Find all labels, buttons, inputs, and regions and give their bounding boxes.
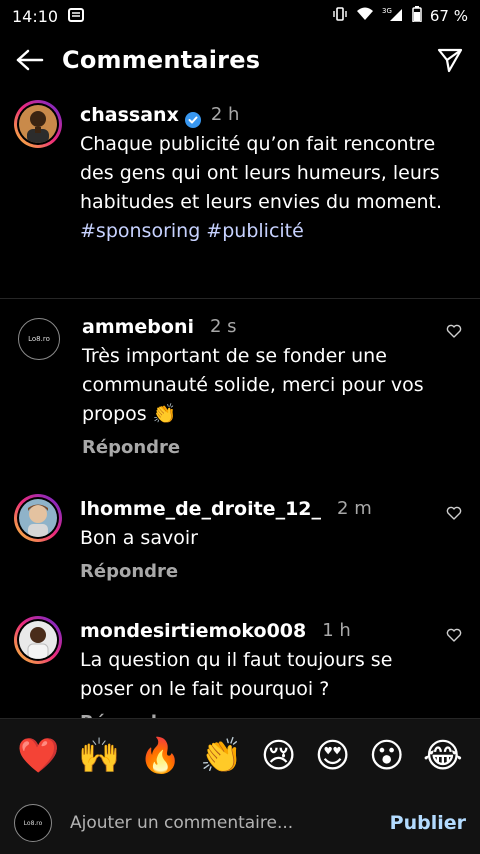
reply-button[interactable]: Répondre [82, 437, 442, 458]
avatar[interactable] [14, 616, 62, 664]
comment-item: Lo8.ro ammeboni 2 s Très important de se… [0, 312, 480, 458]
comment-time: 1 h [322, 620, 351, 641]
profile-photo [19, 499, 57, 537]
caption-time: 2 h [210, 104, 240, 125]
header: Commentaires [0, 32, 480, 88]
avatar[interactable] [14, 100, 62, 148]
status-bar: 14:10 3G 67 % [0, 0, 480, 32]
comment-username[interactable]: mondesirtiemoko008 [80, 616, 306, 646]
emoji-laughing[interactable]: 😂 [423, 736, 463, 776]
emoji-fire[interactable]: 🔥 [139, 736, 181, 776]
avatar[interactable]: Lo8.ro [18, 318, 60, 360]
emoji-surprised[interactable]: 😮 [369, 736, 404, 776]
back-arrow-icon[interactable] [14, 44, 46, 76]
emoji-heart[interactable]: ❤️ [17, 736, 59, 776]
avatar[interactable] [14, 494, 62, 542]
comment-composer: Lo8.ro Ajouter un commentaire... Publier [0, 792, 480, 854]
comment-input[interactable]: Ajouter un commentaire... [70, 813, 390, 833]
comment-text: La question qu il faut toujours se poser… [80, 649, 393, 700]
heart-icon[interactable] [442, 616, 466, 726]
battery-icon [412, 6, 422, 26]
emoji-raised-hands[interactable]: 🙌 [78, 736, 120, 776]
comment-username[interactable]: lhomme_de_droite_12_ [80, 494, 321, 524]
caption-text: Chaque publicité qu’on fait rencontre de… [80, 133, 443, 213]
profile-photo [19, 105, 57, 143]
notification-icon [68, 7, 85, 26]
caption-username[interactable]: chassanx [80, 100, 179, 130]
reply-button[interactable]: Répondre [80, 561, 442, 582]
comment-item: lhomme_de_droite_12_ 2 m Bon a savoir Ré… [0, 494, 480, 582]
comment-username[interactable]: ammeboni [82, 312, 194, 342]
publish-button[interactable]: Publier [390, 812, 466, 834]
vibrate-icon [332, 6, 348, 26]
comment-time: 2 m [337, 498, 372, 519]
avatar[interactable]: Lo8.ro [14, 804, 52, 842]
emoji-clap[interactable]: 👏 [200, 736, 242, 776]
comment-time: 2 s [210, 316, 237, 337]
heart-icon[interactable] [442, 494, 466, 582]
comment-text: Très important de se fonder une communau… [82, 345, 424, 425]
comment-item: mondesirtiemoko008 1 h La question qu il… [0, 616, 480, 726]
signal-icon: 3G [382, 6, 404, 26]
verified-badge-icon [184, 107, 201, 128]
comment-text: Bon a savoir [80, 527, 198, 549]
status-time: 14:10 [12, 6, 59, 26]
heart-icon[interactable] [442, 312, 466, 458]
battery-level: 67 % [429, 7, 468, 25]
emoji-reaction-bar: ❤️ 🙌 🔥 👏 😢 😍 😮 😂 [0, 718, 480, 792]
caption-hashtags[interactable]: #sponsoring #publicité [80, 217, 466, 246]
send-icon[interactable] [434, 44, 466, 76]
profile-photo [19, 621, 57, 659]
divider [0, 298, 480, 299]
emoji-heart-eyes[interactable]: 😍 [315, 736, 350, 776]
page-title: Commentaires [62, 46, 261, 74]
emoji-crying[interactable]: 😢 [261, 736, 296, 776]
wifi-icon [356, 7, 374, 25]
svg-text:3G: 3G [382, 7, 392, 15]
post-caption: chassanx 2 h Chaque publicité qu’on fait… [0, 100, 480, 246]
